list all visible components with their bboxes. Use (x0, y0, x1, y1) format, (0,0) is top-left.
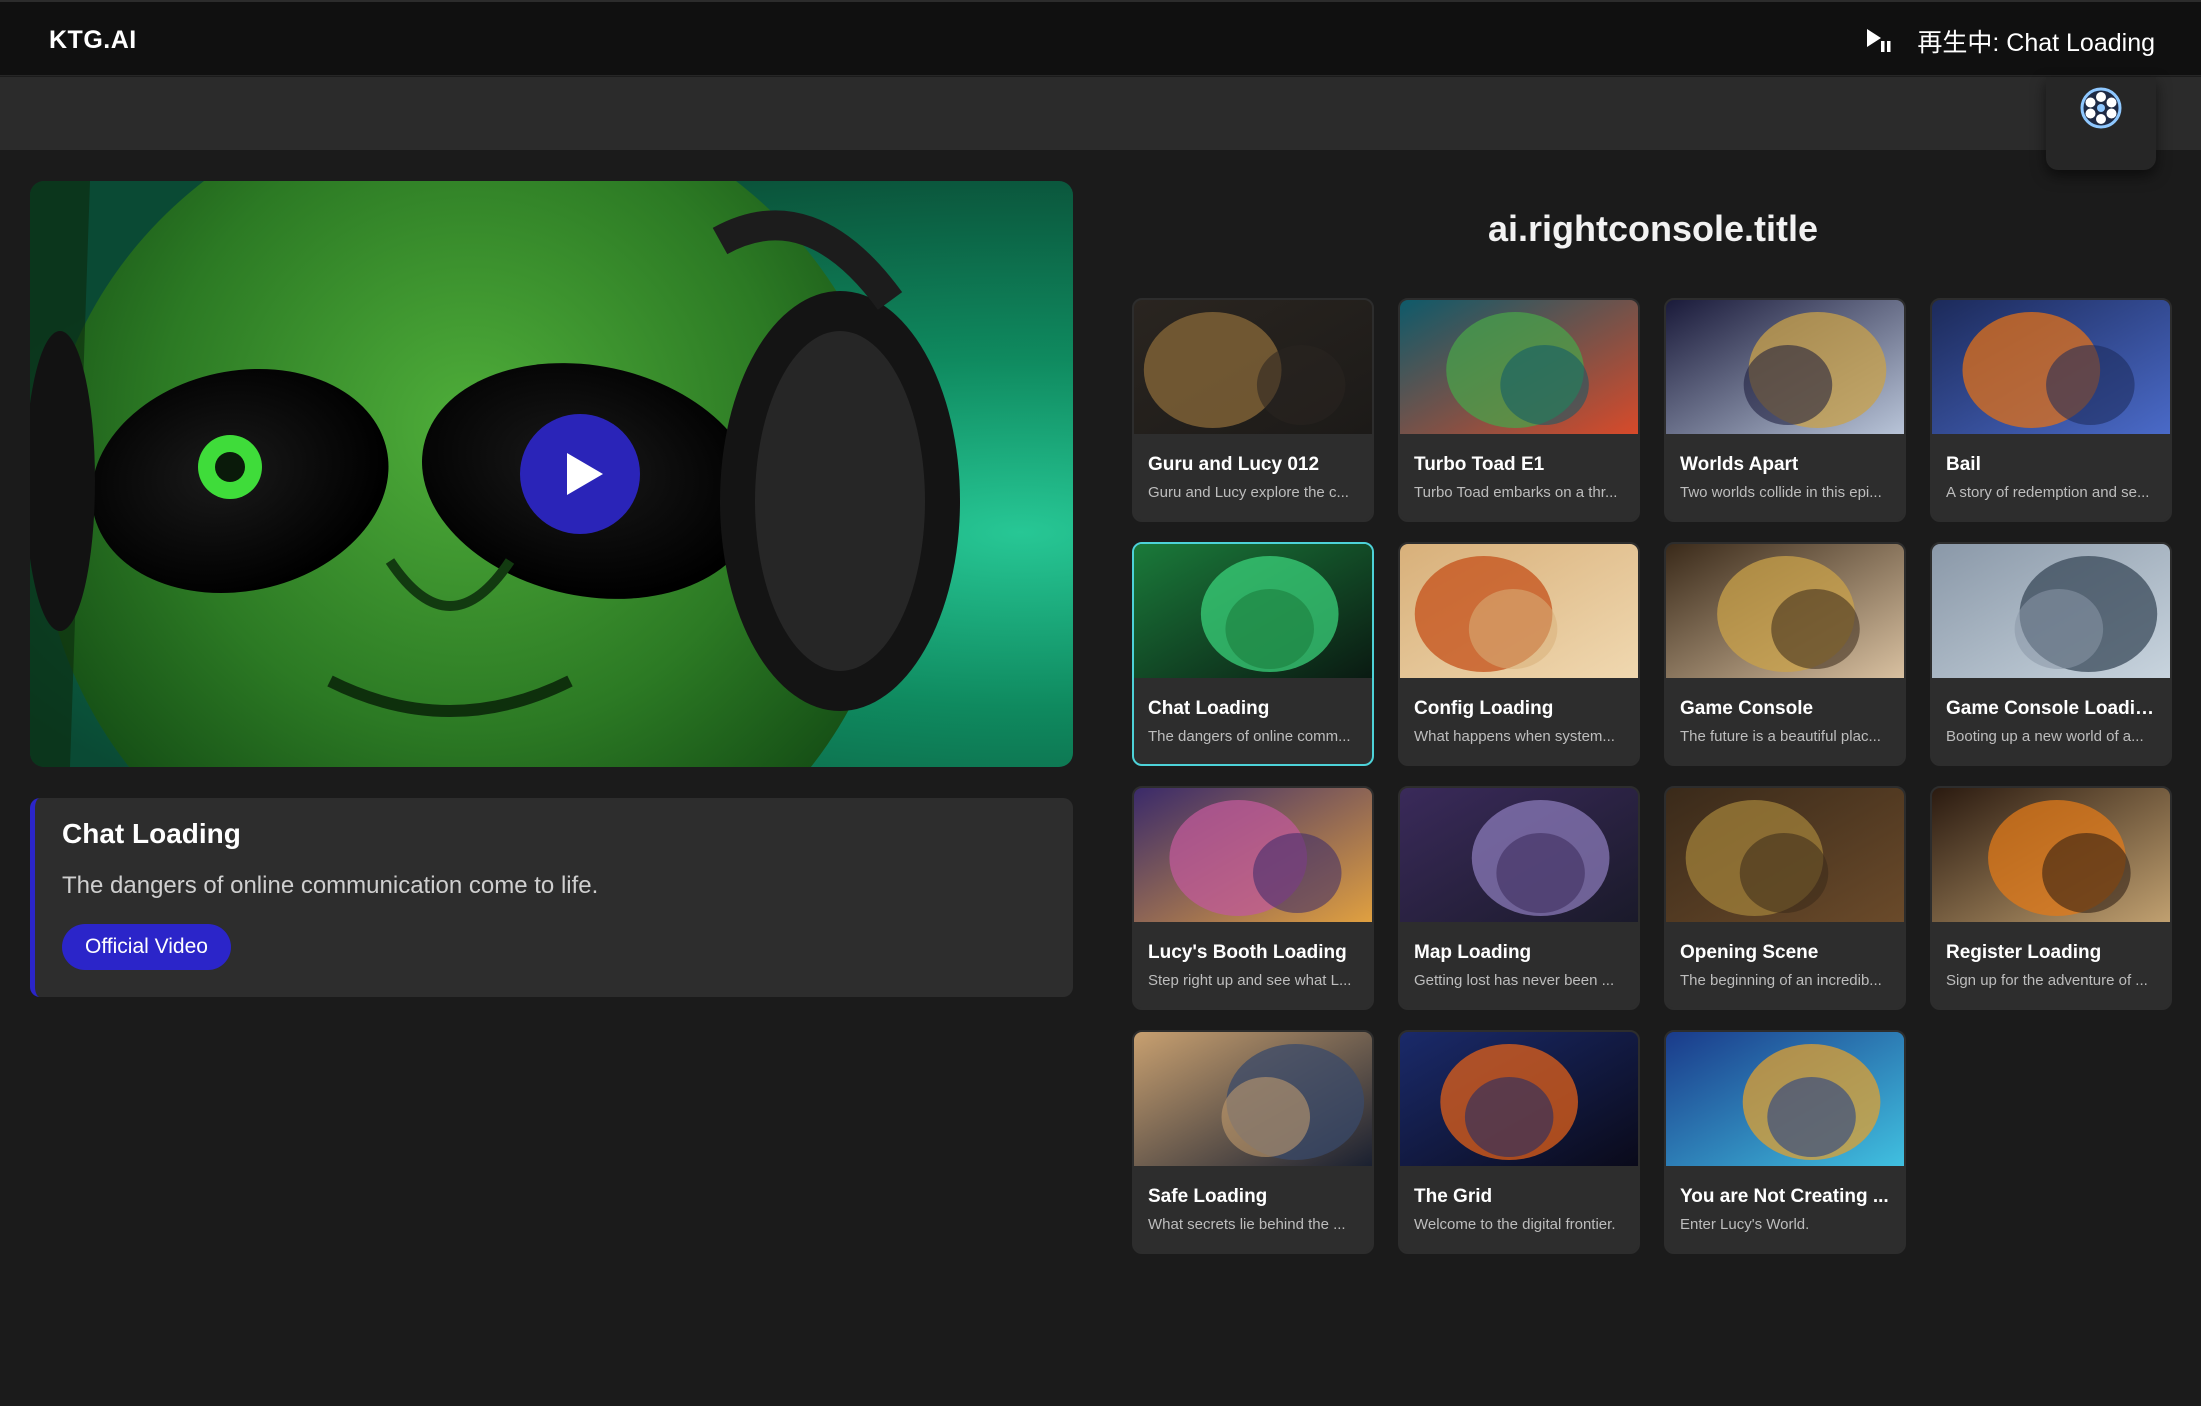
video-tile-title: Worlds Apart (1680, 454, 1799, 475)
official-video-button[interactable]: Official Video (62, 924, 231, 970)
video-thumbnail[interactable] (1134, 1032, 1372, 1166)
video-tile-description: Guru and Lucy explore the c... (1148, 484, 1349, 501)
video-tile-description: What happens when system... (1414, 728, 1615, 745)
video-thumbnail[interactable] (1666, 788, 1904, 922)
film-reel-icon[interactable] (2078, 85, 2124, 131)
video-tile-description: The beginning of an incredib... (1680, 972, 1882, 989)
video-tile[interactable]: Game Console The future is a beautiful pl… (1664, 542, 1906, 766)
video-thumbnail[interactable] (1666, 544, 1904, 678)
video-info-card: Chat Loading The dangers of online commu… (30, 798, 1073, 997)
video-thumbnail[interactable] (1400, 300, 1638, 434)
play-button[interactable] (520, 414, 640, 534)
video-tile[interactable]: Register Loading Sign up for the adventur… (1930, 786, 2172, 1010)
video-thumbnail[interactable] (1134, 544, 1372, 678)
video-tile[interactable]: You are Not Creating ... Enter Lucy's Wor… (1664, 1030, 1906, 1254)
video-tile-description: A story of redemption and se... (1946, 484, 2150, 501)
video-tile[interactable]: Config Loading What happens when system..… (1398, 542, 1640, 766)
brand-logo[interactable]: KTG.AI (49, 26, 137, 55)
video-tile-title: The Grid (1414, 1186, 1493, 1207)
grid-title: ai.rightconsole.title (1487, 208, 1819, 249)
video-tile-description: Step right up and see what L... (1148, 972, 1352, 989)
video-tile[interactable]: Worlds Apart Two worlds collide in this e… (1664, 298, 1906, 522)
video-tile-title: Game Console Loading (1946, 698, 2156, 719)
video-tile-description: What secrets lie behind the ... (1148, 1216, 1346, 1233)
now-playing-text: 再生中: Chat Loading (1917, 29, 2155, 57)
video-thumbnail[interactable] (1400, 544, 1638, 678)
video-tile-title: Lucy's Booth Loading (1148, 942, 1347, 963)
video-tile-title: Opening Scene (1680, 942, 1819, 963)
video-tile-title: Register Loading (1946, 942, 2102, 963)
video-tile[interactable]: Lucy's Booth Loading Step right up and se… (1132, 786, 1374, 1010)
video-tile-description: The future is a beautiful plac... (1680, 728, 1881, 745)
video-tile-title: Map Loading (1414, 942, 1532, 963)
video-tile-description: Welcome to the digital frontier. (1414, 1216, 1616, 1233)
video-thumbnail[interactable] (1932, 788, 2170, 922)
sub-bar (0, 77, 2201, 150)
play-pause-icon[interactable] (1863, 26, 1893, 56)
video-tile[interactable]: Chat Loading The dangers of online comm..… (1132, 542, 1374, 766)
video-tile-description: Two worlds collide in this epi... (1680, 484, 1882, 501)
video-grid: Guru and Lucy 012 Guru and Lucy explore t… (1132, 298, 2175, 1254)
play-icon (567, 453, 603, 495)
video-tile-description: Getting lost has never been ... (1414, 972, 1615, 989)
video-tile-title: Safe Loading (1148, 1186, 1268, 1207)
now-playing[interactable]: 再生中: Chat Loading (1863, 23, 2155, 59)
top-bar: KTG.AI 再生中: Chat Loading (0, 0, 2201, 76)
video-tile-title: Config Loading (1414, 698, 1554, 719)
video-tile[interactable]: The Grid Welcome to the digital frontier. (1398, 1030, 1640, 1254)
video-tile[interactable]: Game Console Loading Booting up a new wor… (1930, 542, 2172, 766)
video-thumbnail[interactable] (1400, 788, 1638, 922)
video-thumbnail[interactable] (1932, 544, 2170, 678)
video-tile-title: Turbo Toad E1 (1414, 454, 1545, 475)
video-title: Chat Loading (62, 818, 241, 849)
video-thumbnail[interactable] (1400, 1032, 1638, 1166)
video-tile[interactable]: Opening Scene The beginning of an incredi… (1664, 786, 1906, 1010)
video-tile-description: Enter Lucy's World. (1680, 1216, 1810, 1233)
video-player[interactable] (30, 181, 1073, 767)
video-tile[interactable]: Guru and Lucy 012 Guru and Lucy explore t… (1132, 298, 1374, 522)
video-thumbnail[interactable] (1666, 300, 1904, 434)
video-tile[interactable]: Map Loading Getting lost has never been .… (1398, 786, 1640, 1010)
video-tile[interactable]: Safe Loading What secrets lie behind the … (1132, 1030, 1374, 1254)
video-thumbnail[interactable] (1134, 788, 1372, 922)
video-tile-title: You are Not Creating ... (1680, 1186, 1889, 1207)
video-tile-title: Chat Loading (1148, 698, 1270, 719)
settings-tab[interactable] (2046, 77, 2156, 170)
video-tile-description: The dangers of online comm... (1148, 728, 1351, 745)
video-description: The dangers of online communication come… (62, 872, 599, 899)
video-tile[interactable]: Bail A story of redemption and se... (1930, 298, 2172, 522)
video-tile-description: Booting up a new world of a... (1946, 728, 2144, 745)
video-tile-title: Guru and Lucy 012 (1148, 454, 1320, 475)
video-thumbnail[interactable] (1134, 300, 1372, 434)
video-tile[interactable]: Turbo Toad E1 Turbo Toad embarks on a thr… (1398, 298, 1640, 522)
video-tile-title: Game Console (1680, 698, 1814, 719)
video-tile-title: Bail (1946, 454, 1981, 475)
video-thumbnail[interactable] (1666, 1032, 1904, 1166)
video-tile-description: Sign up for the adventure of ... (1946, 972, 2148, 989)
video-thumbnail[interactable] (1932, 300, 2170, 434)
video-tile-description: Turbo Toad embarks on a thr... (1414, 484, 1618, 501)
